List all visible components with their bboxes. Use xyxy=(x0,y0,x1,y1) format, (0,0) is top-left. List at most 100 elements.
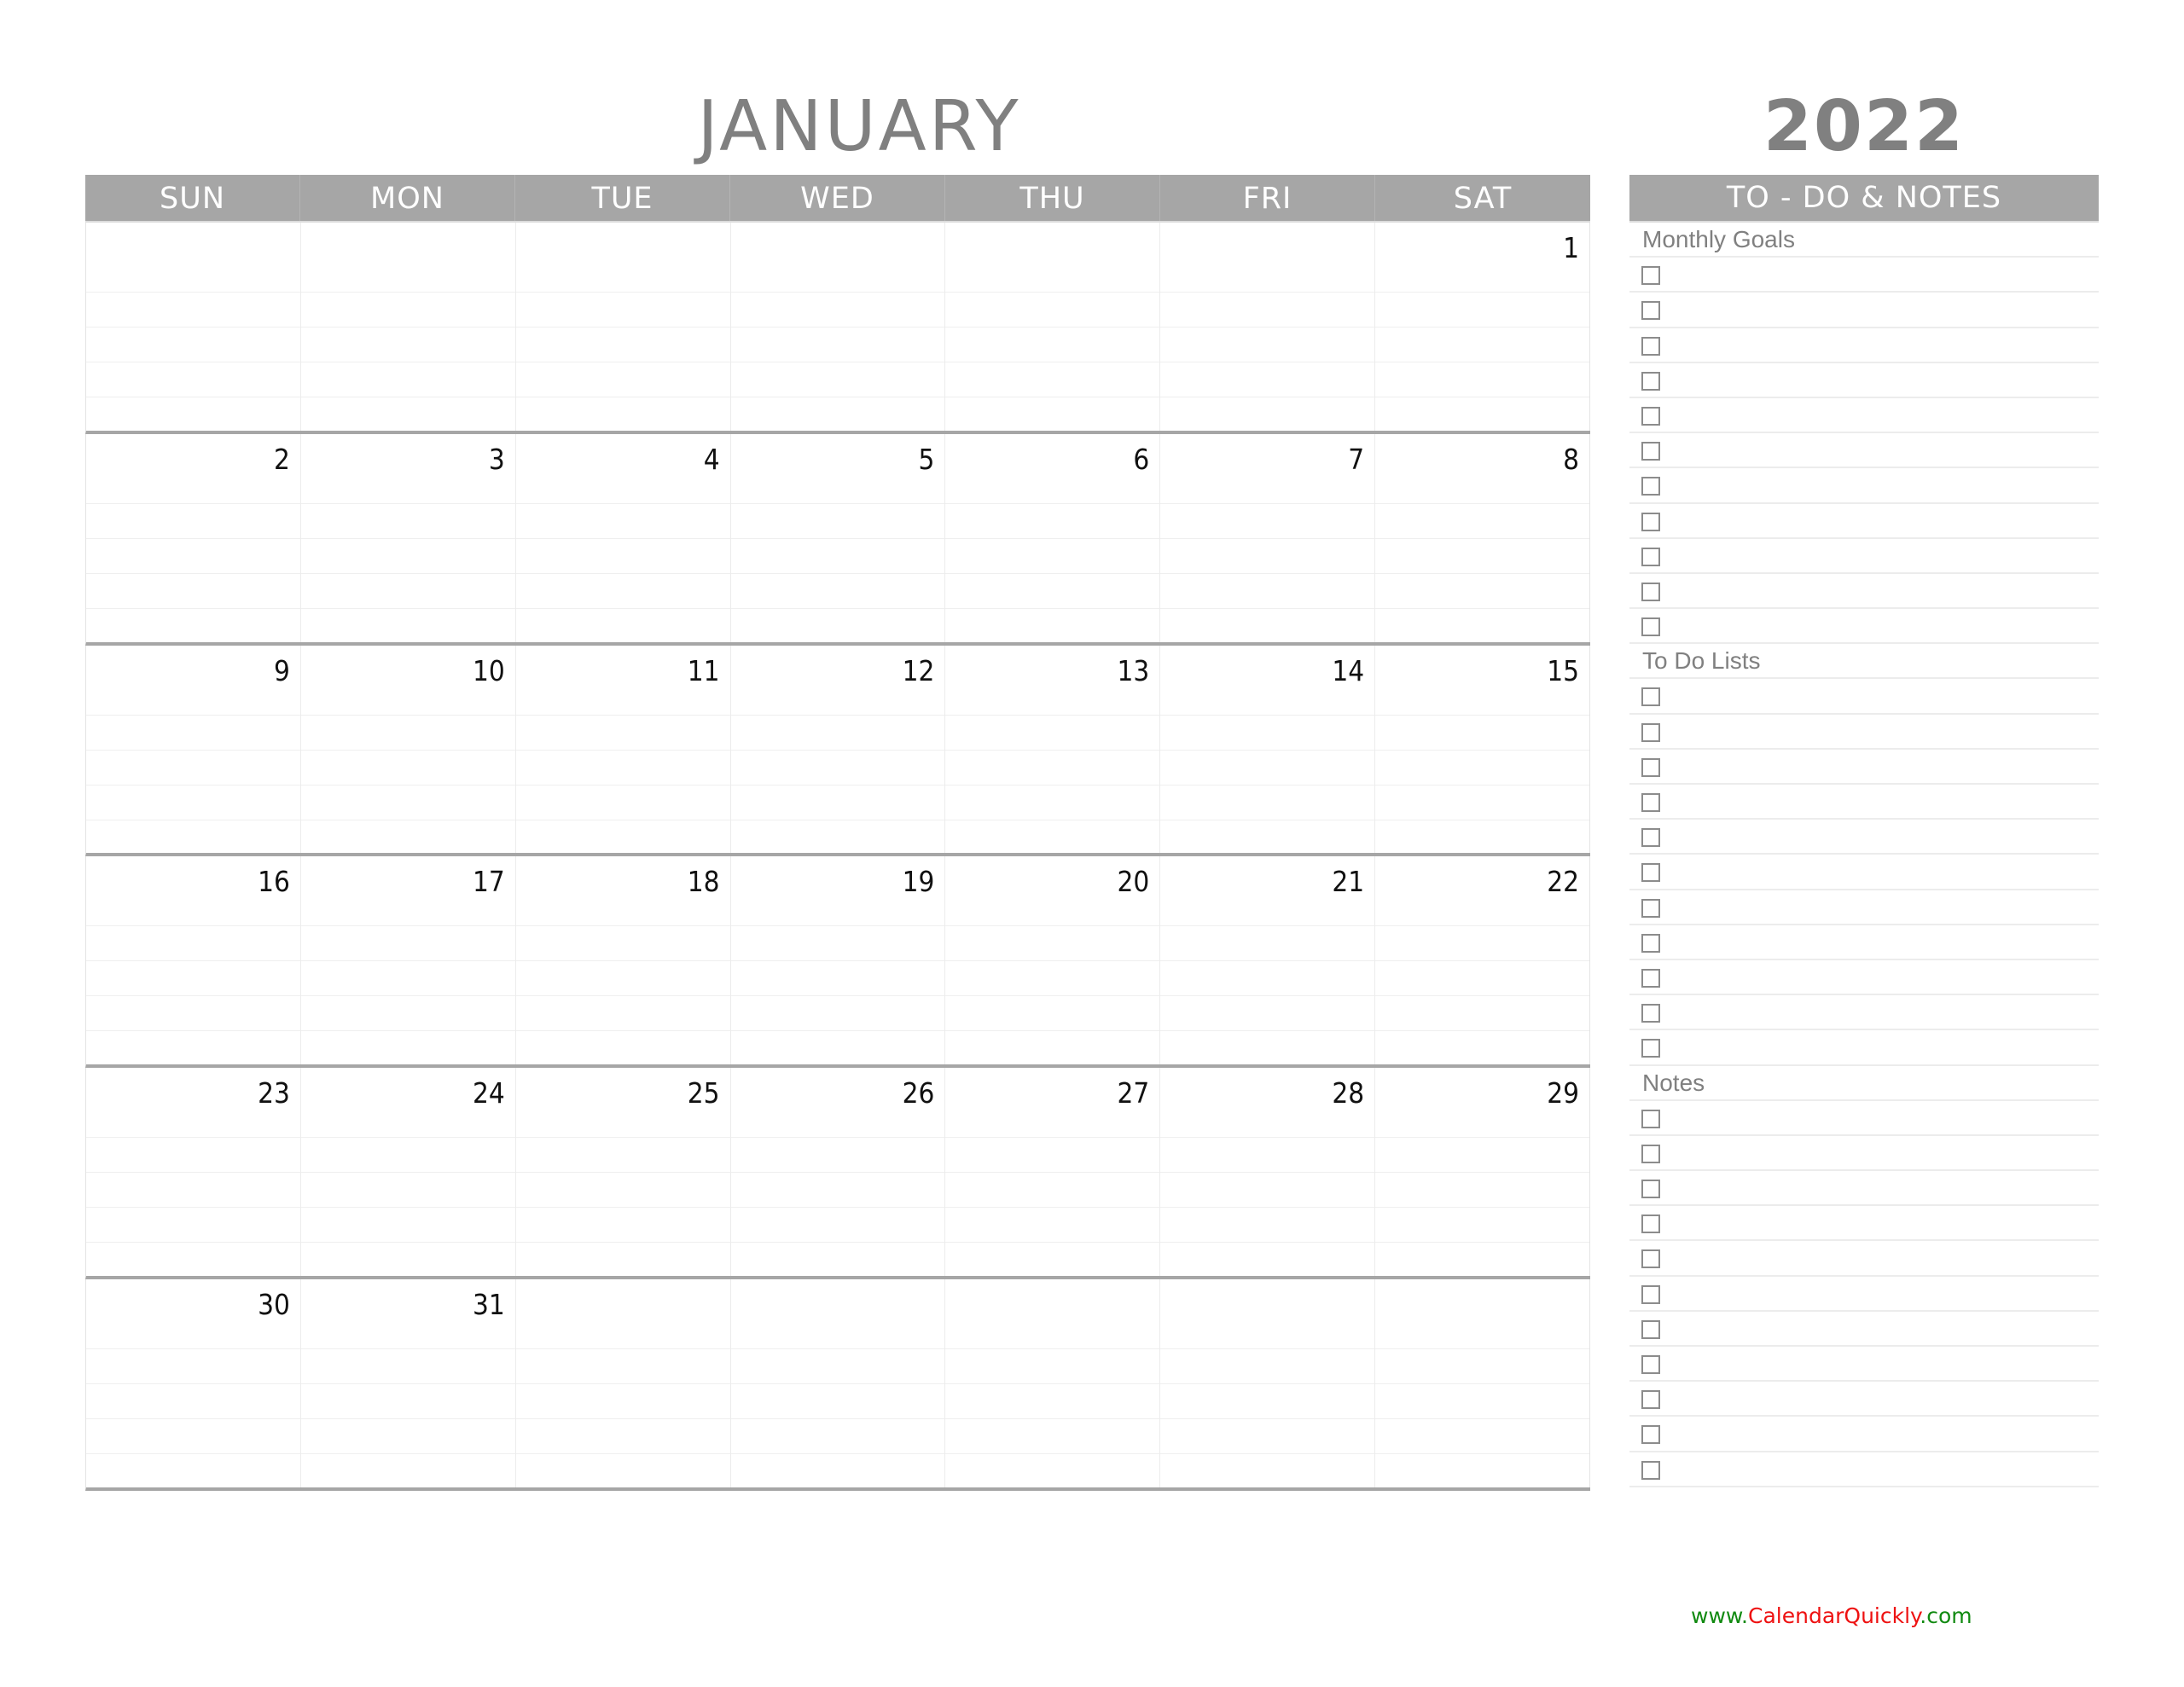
empty-day-cell[interactable] xyxy=(1160,223,1376,431)
todo-item-row[interactable] xyxy=(1629,1417,2099,1452)
empty-day-cell[interactable] xyxy=(515,223,731,431)
checkbox-icon[interactable] xyxy=(1641,266,1660,286)
empty-day-cell[interactable] xyxy=(945,223,1161,431)
todo-item-row[interactable] xyxy=(1629,504,2099,539)
checkbox-icon[interactable] xyxy=(1641,793,1660,812)
day-cell[interactable]: 11 xyxy=(515,645,731,854)
empty-day-cell[interactable] xyxy=(1375,1278,1591,1487)
todo-item-row[interactable] xyxy=(1629,1101,2099,1136)
checkbox-icon[interactable] xyxy=(1641,1284,1660,1304)
day-cell[interactable]: 5 xyxy=(730,433,946,642)
day-cell[interactable]: 7 xyxy=(1160,433,1376,642)
day-cell[interactable]: 22 xyxy=(1375,856,1591,1065)
todo-item-row[interactable] xyxy=(1629,679,2099,715)
todo-item-row[interactable] xyxy=(1629,1347,2099,1383)
day-cell[interactable]: 25 xyxy=(515,1068,731,1276)
day-cell[interactable]: 9 xyxy=(86,645,301,854)
checkbox-icon[interactable] xyxy=(1641,1039,1660,1058)
checkbox-icon[interactable] xyxy=(1641,687,1660,707)
todo-item-row[interactable] xyxy=(1629,1382,2099,1417)
todo-item-row[interactable] xyxy=(1629,855,2099,890)
day-cell[interactable]: 12 xyxy=(730,645,946,854)
checkbox-icon[interactable] xyxy=(1641,547,1660,566)
day-cell[interactable]: 17 xyxy=(300,856,516,1065)
checkbox-icon[interactable] xyxy=(1641,617,1660,637)
empty-day-cell[interactable] xyxy=(730,223,946,431)
day-cell[interactable]: 6 xyxy=(945,433,1161,642)
todo-item-row[interactable] xyxy=(1629,925,2099,960)
empty-day-cell[interactable] xyxy=(86,223,301,431)
checkbox-icon[interactable] xyxy=(1641,898,1660,918)
todo-item-row[interactable] xyxy=(1629,1206,2099,1242)
todo-item-row[interactable] xyxy=(1629,1030,2099,1066)
empty-day-cell[interactable] xyxy=(945,1278,1161,1487)
day-cell[interactable]: 21 xyxy=(1160,856,1376,1065)
todo-item-row[interactable] xyxy=(1629,1312,2099,1347)
todo-item-row[interactable] xyxy=(1629,785,2099,820)
checkbox-icon[interactable] xyxy=(1641,1460,1660,1480)
day-cell[interactable]: 29 xyxy=(1375,1068,1591,1276)
checkbox-icon[interactable] xyxy=(1641,1319,1660,1339)
empty-day-cell[interactable] xyxy=(300,223,516,431)
empty-day-cell[interactable] xyxy=(730,1278,946,1487)
checkbox-icon[interactable] xyxy=(1641,336,1660,356)
todo-item-row[interactable] xyxy=(1629,960,2099,996)
todo-item-row[interactable] xyxy=(1629,1171,2099,1207)
day-cell[interactable]: 3 xyxy=(300,433,516,642)
todo-item-row[interactable] xyxy=(1629,1277,2099,1312)
day-cell[interactable]: 20 xyxy=(945,856,1161,1065)
todo-item-row[interactable] xyxy=(1629,539,2099,574)
day-cell[interactable]: 16 xyxy=(86,856,301,1065)
todo-item-row[interactable] xyxy=(1629,293,2099,328)
todo-item-row[interactable] xyxy=(1629,258,2099,293)
website-footer[interactable]: www.CalendarQuickly.com xyxy=(1691,1602,1972,1631)
todo-item-row[interactable] xyxy=(1629,468,2099,504)
day-cell[interactable]: 28 xyxy=(1160,1068,1376,1276)
day-cell[interactable]: 26 xyxy=(730,1068,946,1276)
checkbox-icon[interactable] xyxy=(1641,1390,1660,1410)
todo-item-row[interactable] xyxy=(1629,433,2099,469)
checkbox-icon[interactable] xyxy=(1641,371,1660,391)
checkbox-icon[interactable] xyxy=(1641,1249,1660,1269)
checkbox-icon[interactable] xyxy=(1641,477,1660,496)
todo-item-row[interactable] xyxy=(1629,820,2099,855)
day-cell[interactable]: 30 xyxy=(86,1278,301,1487)
todo-item-row[interactable] xyxy=(1629,995,2099,1031)
day-cell[interactable]: 14 xyxy=(1160,645,1376,854)
day-cell[interactable]: 1 xyxy=(1375,223,1591,431)
checkbox-icon[interactable] xyxy=(1641,1004,1660,1023)
day-cell[interactable]: 23 xyxy=(86,1068,301,1276)
todo-item-row[interactable] xyxy=(1629,328,2099,363)
day-cell[interactable]: 13 xyxy=(945,645,1161,854)
checkbox-icon[interactable] xyxy=(1641,1180,1660,1199)
checkbox-icon[interactable] xyxy=(1641,512,1660,531)
checkbox-icon[interactable] xyxy=(1641,1109,1660,1128)
checkbox-icon[interactable] xyxy=(1641,1425,1660,1445)
day-cell[interactable]: 15 xyxy=(1375,645,1591,854)
checkbox-icon[interactable] xyxy=(1641,757,1660,777)
checkbox-icon[interactable] xyxy=(1641,406,1660,426)
todo-item-row[interactable] xyxy=(1629,609,2099,645)
todo-item-row[interactable] xyxy=(1629,1241,2099,1277)
todo-item-row[interactable] xyxy=(1629,1136,2099,1172)
checkbox-icon[interactable] xyxy=(1641,301,1660,321)
day-cell[interactable]: 18 xyxy=(515,856,731,1065)
day-cell[interactable]: 8 xyxy=(1375,433,1591,642)
checkbox-icon[interactable] xyxy=(1641,582,1660,601)
empty-day-cell[interactable] xyxy=(515,1278,731,1487)
todo-item-row[interactable] xyxy=(1629,398,2099,434)
todo-item-row[interactable] xyxy=(1629,363,2099,398)
empty-day-cell[interactable] xyxy=(1160,1278,1376,1487)
todo-item-row[interactable] xyxy=(1629,715,2099,750)
day-cell[interactable]: 2 xyxy=(86,433,301,642)
checkbox-icon[interactable] xyxy=(1641,1355,1660,1374)
day-cell[interactable]: 31 xyxy=(300,1278,516,1487)
todo-item-row[interactable] xyxy=(1629,1452,2099,1487)
checkbox-icon[interactable] xyxy=(1641,933,1660,953)
day-cell[interactable]: 27 xyxy=(945,1068,1161,1276)
day-cell[interactable]: 4 xyxy=(515,433,731,642)
day-cell[interactable]: 19 xyxy=(730,856,946,1065)
todo-item-row[interactable] xyxy=(1629,890,2099,925)
checkbox-icon[interactable] xyxy=(1641,968,1660,988)
checkbox-icon[interactable] xyxy=(1641,1144,1660,1163)
